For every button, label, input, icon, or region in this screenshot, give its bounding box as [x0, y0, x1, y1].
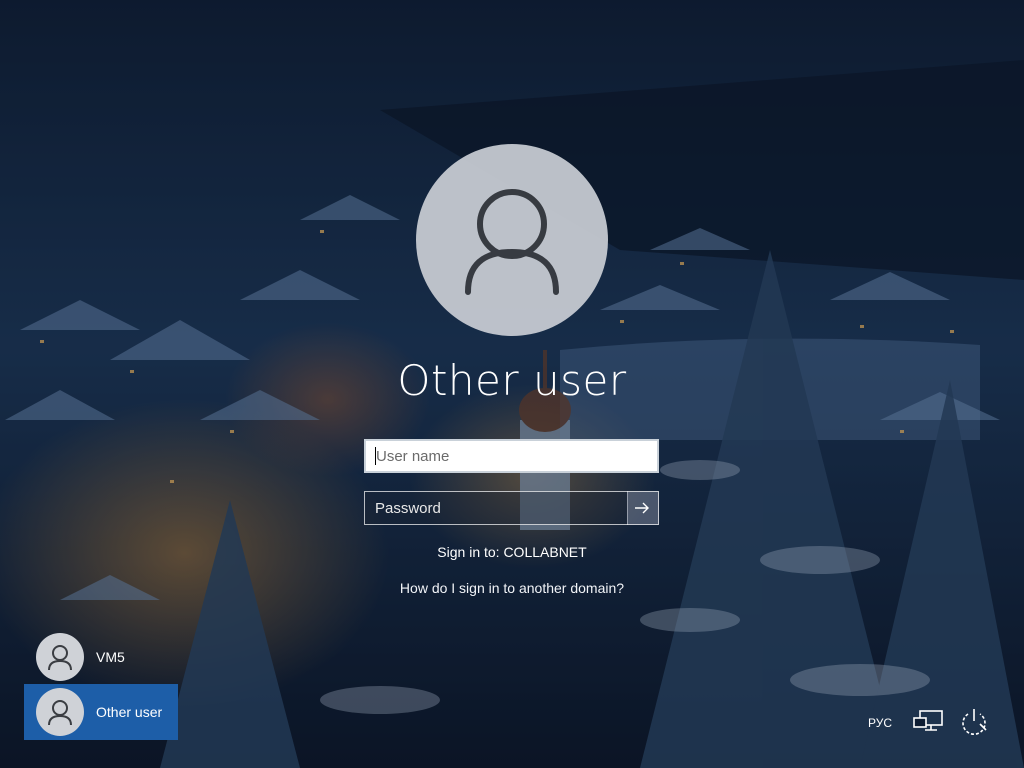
submit-button[interactable]: [627, 491, 659, 525]
user-tile-label: Other user: [96, 704, 163, 720]
username-input[interactable]: [364, 439, 659, 473]
user-icon: [48, 700, 72, 726]
language-indicator[interactable]: РУС: [868, 716, 892, 730]
user-avatar-large: [416, 144, 608, 336]
user-tile-other-user[interactable]: Other user: [24, 684, 178, 740]
power-icon[interactable]: [958, 706, 990, 743]
password-input[interactable]: [364, 491, 628, 525]
network-icon[interactable]: [912, 708, 944, 741]
user-tile-vm5[interactable]: VM5: [24, 629, 178, 685]
user-avatar-small: [36, 688, 84, 736]
text-caret: [375, 447, 376, 465]
user-tile-label: VM5: [96, 649, 125, 665]
arrow-right-icon: [635, 502, 649, 514]
user-icon: [48, 645, 72, 671]
user-title: Other user: [397, 356, 627, 405]
user-icon: [465, 189, 559, 295]
sign-in-domain-text: Sign in to: COLLABNET: [437, 544, 587, 560]
other-domain-link[interactable]: How do I sign in to another domain?: [312, 580, 712, 596]
user-avatar-small: [36, 633, 84, 681]
